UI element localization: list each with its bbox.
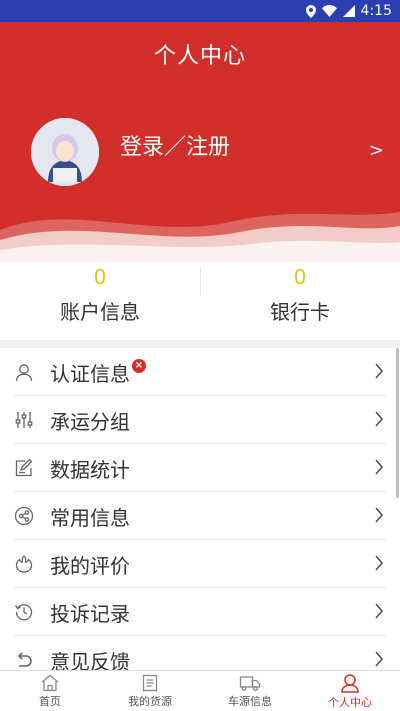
tab-label: 车源信息 (228, 694, 272, 708)
tab-my-cargo[interactable]: 我的货源 (100, 671, 200, 711)
chevron-right-icon (375, 651, 384, 667)
account-info-count: 0 (93, 265, 107, 289)
truck-icon (239, 675, 261, 691)
sliders-icon (15, 412, 33, 428)
wifi-icon (321, 5, 337, 17)
tab-vehicle-info[interactable]: 车源信息 (200, 671, 300, 711)
menu-label: 意见反馈 (50, 649, 130, 671)
menu-list: 认证信息 × 承运分组 数据统计 常用信息 我的评价 投诉记录 意见反馈 (0, 348, 400, 670)
menu-label: 数据统计 (50, 457, 130, 482)
menu-label: 常用信息 (50, 505, 130, 530)
account-info-label: 账户信息 (60, 300, 140, 324)
menu-label: 承运分组 (50, 409, 130, 434)
avatar[interactable] (31, 118, 99, 186)
account-stats: 0 账户信息 0 银行卡 (0, 262, 400, 340)
document-icon (142, 674, 158, 691)
user-icon (15, 364, 33, 382)
scrollbar[interactable] (396, 348, 399, 498)
avatar-illustration-icon (31, 118, 99, 186)
chevron-right-icon (375, 363, 384, 379)
menu-item-statistics[interactable]: 数据统计 (0, 444, 400, 492)
undo-icon (17, 652, 32, 667)
tab-personal-center[interactable]: 个人中心 (300, 671, 400, 711)
menu-label: 认证信息 (50, 361, 130, 386)
menu-item-common-info[interactable]: 常用信息 (0, 492, 400, 540)
home-icon (41, 674, 59, 691)
chevron-right-icon[interactable]: > (369, 140, 384, 161)
chevron-right-icon (375, 459, 384, 475)
menu-item-complaints[interactable]: 投诉记录 (0, 588, 400, 636)
share-icon (14, 506, 34, 526)
menu-label: 投诉记录 (50, 601, 130, 626)
app-screen: 4:15 个人中心 登录／注册 > 0 账户信息 0 银行卡 认证信息 × 承运… (0, 0, 400, 711)
wave-decoration (0, 212, 400, 262)
menu-item-feedback[interactable]: 意见反馈 (0, 636, 400, 670)
bank-card-count: 0 (293, 265, 307, 289)
menu-item-carrier-group[interactable]: 承运分组 (0, 396, 400, 444)
bottom-tab-bar: 首页 我的货源 车源信息 个人中心 (0, 670, 400, 711)
status-bar: 4:15 (0, 0, 400, 22)
page-title: 个人中心 (153, 44, 246, 69)
chevron-right-icon (375, 411, 384, 427)
review-icon (15, 555, 33, 573)
status-time: 4:15 (360, 3, 392, 19)
tab-label: 首页 (39, 694, 61, 708)
tab-label: 我的货源 (128, 694, 172, 708)
menu-label: 我的评价 (50, 553, 130, 578)
history-icon (14, 604, 33, 621)
bank-card-stat[interactable]: 0 银行卡 (200, 262, 400, 340)
account-info-stat[interactable]: 0 账户信息 (0, 262, 200, 340)
tab-home[interactable]: 首页 (0, 671, 100, 711)
menu-item-my-reviews[interactable]: 我的评价 (0, 540, 400, 588)
profile-header: 个人中心 登录／注册 > (0, 22, 400, 262)
tab-label: 个人中心 (328, 695, 372, 709)
chevron-right-icon (375, 507, 384, 523)
menu-item-certification[interactable]: 认证信息 × (0, 348, 400, 396)
signal-icon (342, 5, 355, 17)
login-register-link[interactable]: 登录／注册 (120, 129, 230, 161)
chevron-right-icon (375, 603, 384, 619)
location-icon (305, 4, 316, 18)
error-badge-icon: × (132, 359, 146, 373)
bank-card-label: 银行卡 (270, 300, 330, 324)
person-icon (341, 673, 359, 693)
edit-icon (15, 458, 33, 477)
chevron-right-icon (375, 555, 384, 571)
